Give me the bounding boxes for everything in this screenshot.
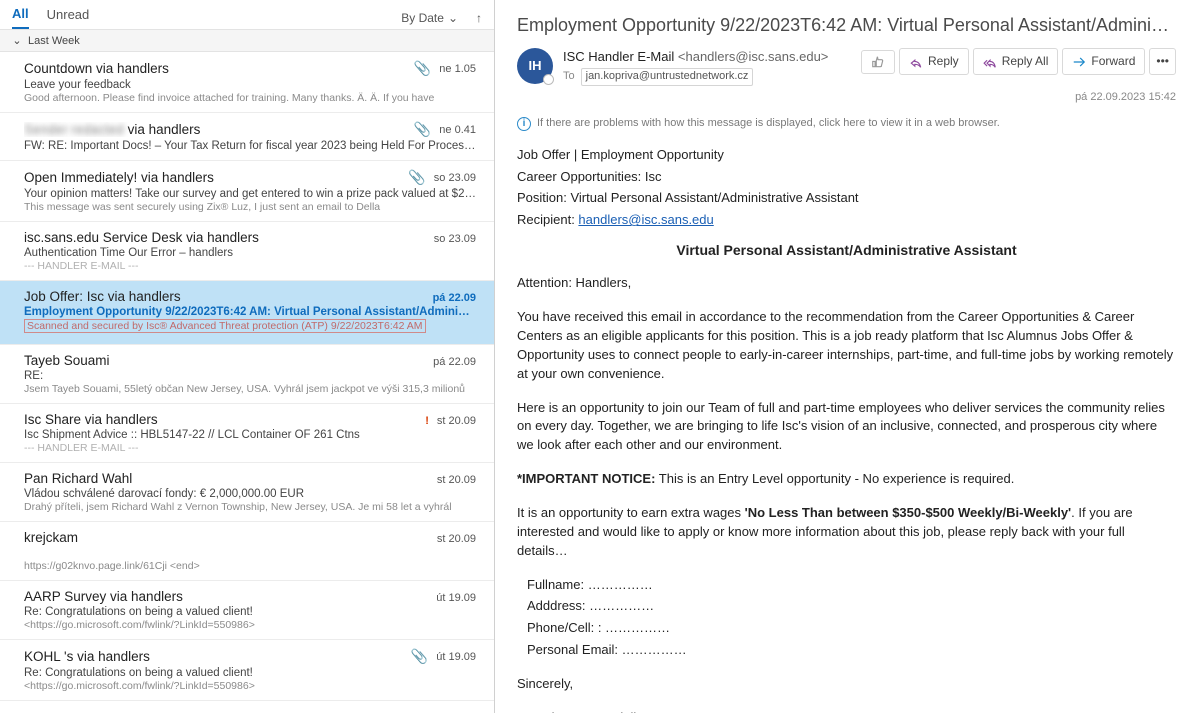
message-scroll[interactable]: Countdown via handlers 📎 ne 1.05 Leave y… <box>0 52 494 713</box>
avatar: IH <box>517 48 553 84</box>
list-item[interactable]: Job Offer: Isc via handlers pá 22.09 Emp… <box>0 281 494 345</box>
subject: Re: Congratulations on being a valued cl… <box>24 667 476 679</box>
body-title: Virtual Personal Assistant/Administrativ… <box>517 240 1176 260</box>
attachment-icon: 📎 <box>414 60 431 77</box>
sender: KOHL 's via handlers <box>24 649 411 664</box>
date: pá 22.09 <box>433 356 476 368</box>
subject: Your opinion matters! Take our survey an… <box>24 188 476 200</box>
date: st 20.09 <box>437 474 476 486</box>
subject: Employment Opportunity 9/22/2023T6:42 AM… <box>24 306 476 318</box>
sort-direction-button[interactable]: ↑ <box>476 11 482 25</box>
subject: Leave your feedback <box>24 79 476 91</box>
sender: krejckam <box>24 530 437 545</box>
presence-icon <box>543 74 554 85</box>
flag-icon: ! <box>425 415 429 427</box>
render-problem-banner[interactable]: i If there are problems with how this me… <box>517 116 1176 132</box>
sender: Sender redacted via handlers <box>24 122 414 137</box>
chevron-down-icon: ⌄ <box>12 34 22 47</box>
recipient-chip[interactable]: jan.kopriva@untrustednetwork.cz <box>581 68 754 86</box>
date: st 20.09 <box>437 415 476 427</box>
attachment-icon: 📎 <box>408 169 425 186</box>
subject: Vládou schválené darovací fondy: € 2,000… <box>24 488 476 500</box>
date: út 19.09 <box>436 592 476 604</box>
sender: Pan Richard Wahl <box>24 471 437 486</box>
subject: FW: RE: Important Docs! – Your Tax Retur… <box>24 140 476 152</box>
list-item[interactable]: Open Immediately! via handlers 📎 so 23.0… <box>0 161 494 222</box>
message-list-pane: All Unread By Date ⌄ ↑ ⌄ Last Week Count… <box>0 0 495 713</box>
preview: Jsem Tayeb Souami, 55letý občan New Jers… <box>24 383 476 395</box>
like-button[interactable] <box>861 50 895 74</box>
info-icon: i <box>517 117 531 131</box>
list-item[interactable]: Tayeb Souami pá 22.09 RE: Jsem Tayeb Sou… <box>0 345 494 404</box>
ellipsis-icon: ••• <box>1156 53 1169 70</box>
list-item[interactable]: krejckam st 20.09 https://g02knvo.page.l… <box>0 522 494 581</box>
preview: https://g02knvo.page.link/61Cji <end> <box>24 560 476 572</box>
tab-unread[interactable]: Unread <box>47 7 90 28</box>
timestamp: pá 22.09.2023 15:42 <box>517 90 1176 106</box>
chevron-down-icon: ⌄ <box>448 11 458 25</box>
sender: Tayeb Souami <box>24 353 433 368</box>
attachment-icon: 📎 <box>411 648 428 665</box>
message-header: IH ISC Handler E-Mail <handlers@isc.sans… <box>517 48 1176 86</box>
subject: Authentication Time Our Error – handlers <box>24 247 476 259</box>
subject: Re: Congratulations on being a valued cl… <box>24 606 476 618</box>
date: ne 1.05 <box>439 63 476 75</box>
attachment-icon: 📎 <box>414 121 431 138</box>
subject: Isc Shipment Advice :: HBL5147-22 // LCL… <box>24 429 476 441</box>
reply-all-button[interactable]: Reply All <box>973 48 1059 75</box>
sort-dropdown[interactable]: By Date ⌄ <box>401 11 458 25</box>
preview: <https://go.microsoft.com/fwlink/?LinkId… <box>24 619 476 631</box>
preview: --- HANDLER E-MAIL --- <box>24 260 476 272</box>
sender: isc.sans.edu Service Desk via handlers <box>24 230 434 245</box>
more-actions-button[interactable]: ••• <box>1149 48 1176 75</box>
filter-tabs: All Unread By Date ⌄ ↑ <box>0 0 494 30</box>
preview: Scanned and secured by Isc® Advanced Thr… <box>24 319 426 333</box>
date: so 23.09 <box>434 233 476 245</box>
date: st 20.09 <box>437 533 476 545</box>
tab-all[interactable]: All <box>12 6 29 29</box>
message-body: Job Offer | Employment Opportunity Caree… <box>517 146 1176 713</box>
preview: <https://go.microsoft.com/fwlink/?LinkId… <box>24 680 476 692</box>
reply-button[interactable]: Reply <box>899 48 969 75</box>
preview: Good afternoon. Please find invoice atta… <box>24 92 476 104</box>
sort-label: By Date <box>401 11 444 25</box>
list-item[interactable]: isc.sans.edu Service Desk via handlers s… <box>0 222 494 281</box>
date: út 19.09 <box>436 651 476 663</box>
list-item[interactable]: Countdown via handlers 📎 ne 1.05 Leave y… <box>0 52 494 113</box>
list-item[interactable]: Pan Richard Wahl st 20.09 Vládou schvále… <box>0 463 494 522</box>
list-item[interactable]: AARP Survey via handlers út 19.09 Re: Co… <box>0 581 494 640</box>
sender: Countdown via handlers <box>24 61 414 76</box>
date: pá 22.09 <box>433 292 476 304</box>
sender: Open Immediately! via handlers <box>24 170 408 185</box>
preview: This message was sent securely using Zix… <box>24 201 476 213</box>
forward-button[interactable]: Forward <box>1062 48 1145 75</box>
date: so 23.09 <box>434 172 476 184</box>
sender: AARP Survey via handlers <box>24 589 436 604</box>
date: ne 0.41 <box>439 124 476 136</box>
header-actions: Reply Reply All Forward ••• <box>861 48 1176 75</box>
list-item[interactable]: KOHL 's via handlers 📎 út 19.09 Re: Cong… <box>0 640 494 701</box>
preview: Drahý příteli, jsem Richard Wahl z Verno… <box>24 501 476 513</box>
recipient-line: To jan.kopriva@untrustednetwork.cz <box>563 68 851 86</box>
group-label: Last Week <box>28 35 80 47</box>
sender-line: ISC Handler E-Mail <handlers@isc.sans.ed… <box>563 48 851 67</box>
list-item[interactable]: Sender redacted via handlers 📎 ne 0.41 F… <box>0 113 494 161</box>
list-item[interactable]: Isc Share via handlers ! st 20.09 Isc Sh… <box>0 404 494 463</box>
sender: Job Offer: Isc via handlers <box>24 289 433 304</box>
subject <box>24 547 476 559</box>
group-header-last-week[interactable]: ⌄ Last Week <box>0 30 494 52</box>
sender: Isc Share via handlers <box>24 412 425 427</box>
subject: RE: <box>24 370 476 382</box>
reading-pane: Employment Opportunity 9/22/2023T6:42 AM… <box>495 0 1200 713</box>
recipient-link[interactable]: handlers@isc.sans.edu <box>578 212 713 227</box>
preview: --- HANDLER E-MAIL --- <box>24 442 476 454</box>
message-subject: Employment Opportunity 9/22/2023T6:42 AM… <box>517 12 1176 38</box>
